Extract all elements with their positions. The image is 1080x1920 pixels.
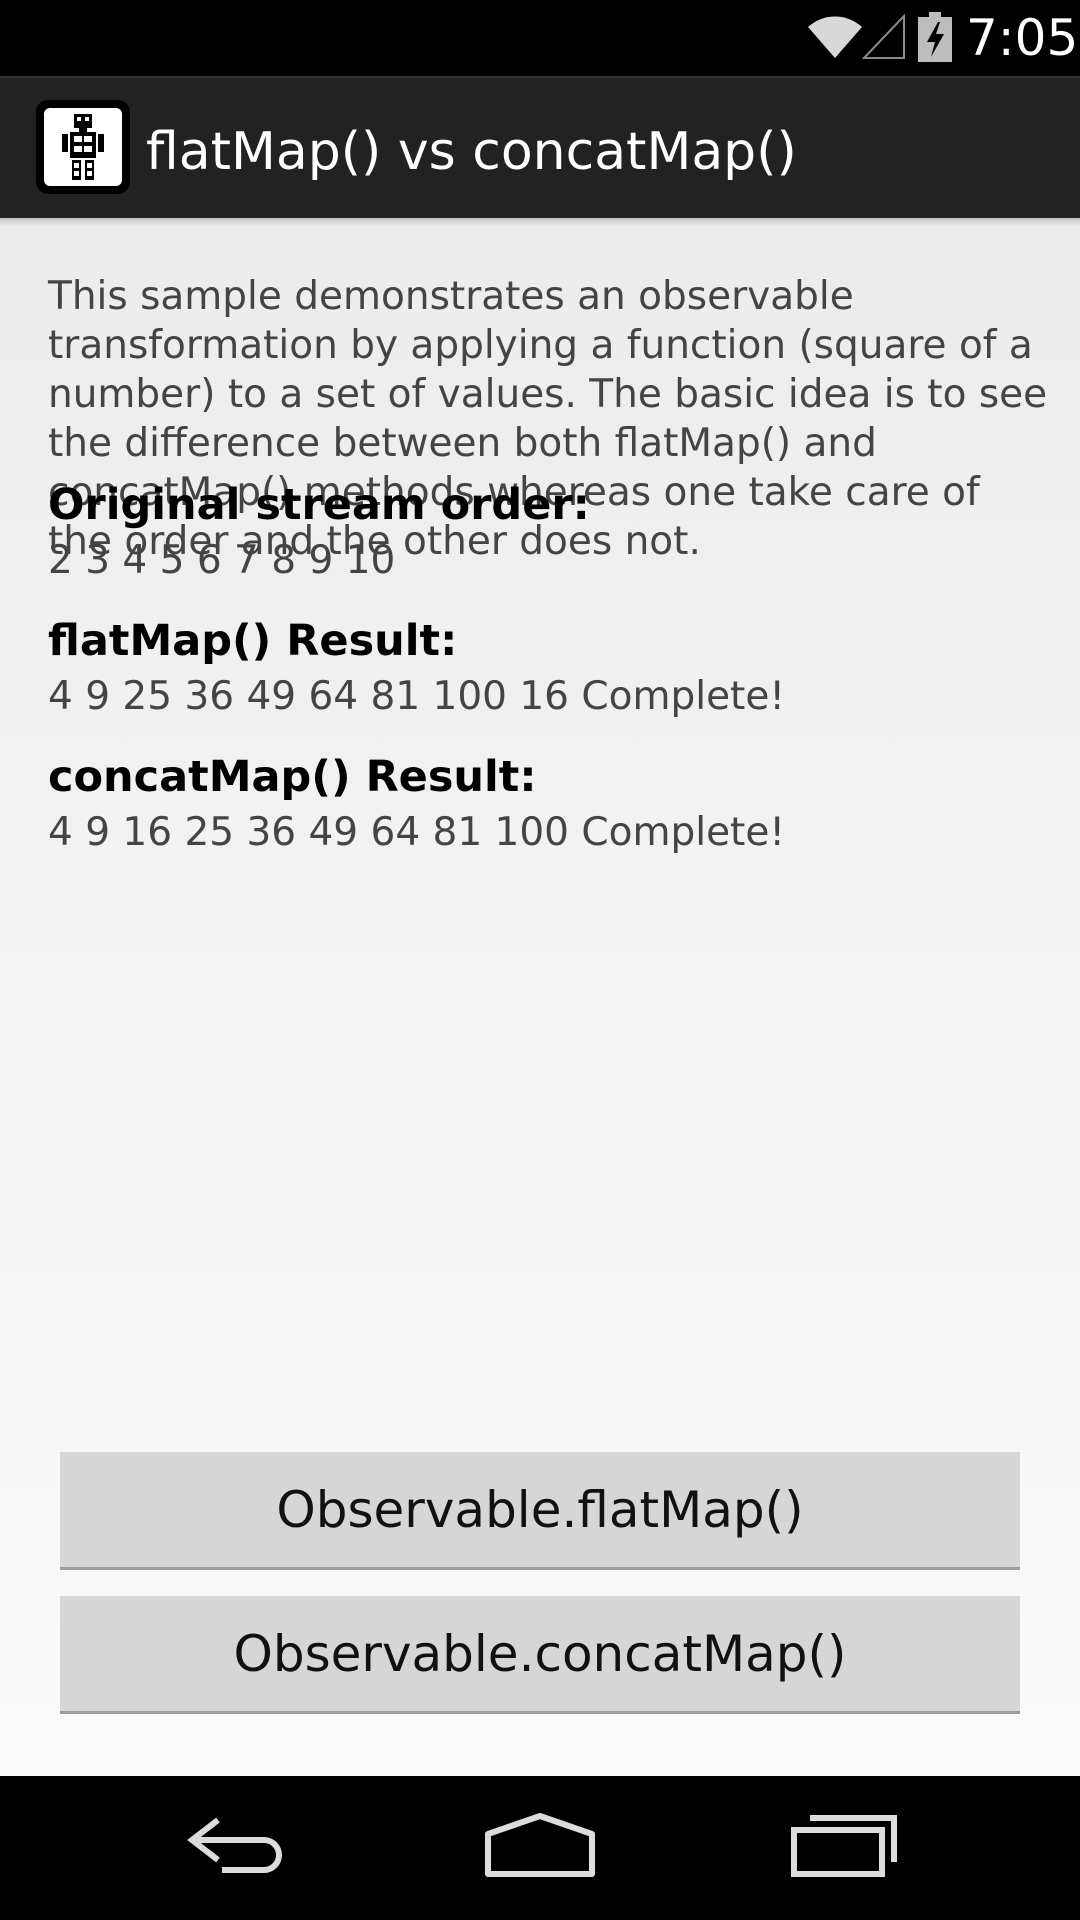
status-bar: 7:05 (0, 0, 1080, 76)
back-button[interactable] (170, 1796, 310, 1900)
navigation-bar (0, 1776, 1080, 1920)
content-area: This sample demonstrates an observable t… (0, 218, 1080, 1776)
original-order-heading: Original stream order: (48, 480, 590, 530)
back-icon (187, 1817, 282, 1873)
concatmap-button[interactable]: Observable.concatMap() (60, 1596, 1020, 1714)
recents-button[interactable] (774, 1796, 914, 1900)
battery-charging-icon (918, 12, 952, 62)
concatmap-result-value: 4 9 16 25 36 49 64 81 100 Complete! (48, 810, 785, 855)
recents-icon (791, 1815, 897, 1877)
flatmap-button[interactable]: Observable.flatMap() (60, 1452, 1020, 1570)
original-order-value: 2 3 4 5 6 7 8 9 10 (48, 538, 396, 583)
action-bar: flatMap() vs concatMap() (0, 76, 1080, 218)
home-icon (485, 1813, 595, 1877)
status-clock: 7:05 (966, 9, 1079, 67)
home-button[interactable] (470, 1796, 610, 1900)
app-icon[interactable] (36, 100, 130, 194)
cell-signal-icon (862, 14, 905, 59)
concatmap-result-heading: concatMap() Result: (48, 752, 537, 802)
flatmap-result-value: 4 9 25 36 49 64 81 100 16 Complete! (48, 674, 785, 719)
action-bar-shadow (0, 218, 1080, 226)
screen: 7:05 flatMap() vs concatMap() This sampl… (0, 0, 1080, 1920)
wifi-icon (808, 16, 862, 58)
robot-icon (62, 114, 104, 180)
page-title: flatMap() vs concatMap() (146, 122, 797, 182)
flatmap-result-heading: flatMap() Result: (48, 616, 458, 666)
